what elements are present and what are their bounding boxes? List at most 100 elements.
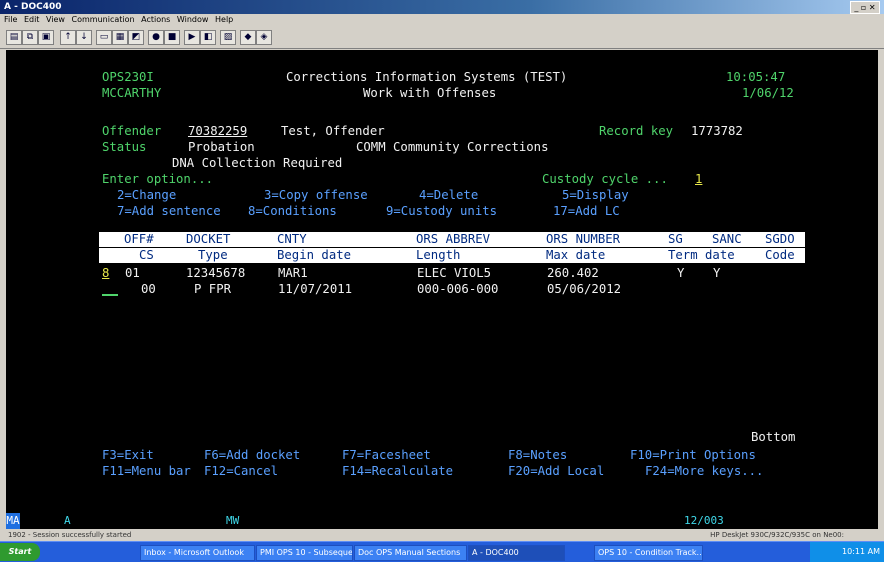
window-controls[interactable]: _ ▫ ✕ — [850, 1, 880, 14]
col-ors-abbrev: ORS ABBREV — [416, 232, 491, 246]
menu-actions[interactable]: Actions — [141, 15, 170, 24]
option-display: 5=Display — [562, 188, 629, 202]
macro-icon[interactable]: ◧ — [200, 30, 216, 45]
cell-ors-number: 260.402 — [547, 266, 599, 280]
cell-max-date: 05/06/2012 — [547, 282, 622, 296]
record-key-label: Record key — [599, 124, 674, 138]
fkey-f6-add-docket[interactable]: F6=Add docket — [204, 448, 300, 463]
cell-type: P FPR — [194, 282, 232, 296]
emulator-status-line: MA A MW 12/003 — [6, 513, 878, 529]
task-condition-track[interactable]: OPS 10 - Condition Track... — [594, 545, 703, 561]
option-copy-offense: 3=Copy offense — [264, 188, 368, 202]
play-icon[interactable]: ▶ — [184, 30, 200, 45]
fkey-f3-exit[interactable]: F3=Exit — [102, 448, 154, 463]
support-icon[interactable]: ◆ — [240, 30, 256, 45]
menu-view[interactable]: View — [46, 15, 65, 24]
column-header-row-2: CS Type Begin date Length Max date Term … — [99, 248, 805, 263]
record-key: 1773782 — [691, 124, 743, 138]
custody-cycle-label: Custody cycle ... — [542, 172, 668, 186]
message-waiting-indicator: MW — [226, 514, 240, 527]
message-bar: 1902 - Session successfully started HP D… — [0, 529, 884, 541]
print-icon[interactable]: ▤ — [6, 30, 22, 45]
fkey-f14-recalculate[interactable]: F14=Recalculate — [342, 464, 453, 479]
fkey-f12-cancel[interactable]: F12=Cancel — [204, 464, 278, 479]
fkey-f8-notes[interactable]: F8=Notes — [508, 448, 567, 463]
col-sg: SG — [668, 232, 683, 246]
clipboard-icon[interactable]: ▨ — [220, 30, 236, 45]
program-id: OPS230I — [102, 70, 154, 84]
col-max-date: Max date — [546, 248, 606, 262]
fkey-f10-print-options[interactable]: F10=Print Options — [630, 448, 756, 463]
cell-docket: 12345678 — [186, 266, 246, 280]
map-icon[interactable]: ◩ — [128, 30, 144, 45]
cursor-position: 12/003 — [684, 514, 724, 527]
col-docket: DOCKET — [186, 232, 231, 246]
col-length: Length — [416, 248, 461, 262]
menu-file[interactable]: File — [4, 15, 17, 24]
cell-cs: 00 — [141, 282, 156, 296]
terminal-screen[interactable]: OPS230I MCCARTHY Corrections Information… — [6, 50, 878, 513]
receive-icon[interactable]: ↓ — [76, 30, 92, 45]
task-outlook[interactable]: Inbox - Microsoft Outlook — [140, 545, 255, 561]
col-cs: CS — [139, 248, 154, 262]
screen-title: Work with Offenses — [363, 86, 497, 100]
toolbar: ▤ ⧉ ▣ ↑ ↓ ▭ ▦ ◩ ● ■ ▶ ◧ ▨ ◆ ◈ — [0, 26, 884, 49]
task-pmi-ops[interactable]: PMI OPS 10 - Subsequen... — [256, 545, 353, 561]
paste-icon[interactable]: ▣ — [38, 30, 54, 45]
col-ors-number: ORS NUMBER — [546, 232, 621, 246]
offender-label: Offender — [102, 124, 162, 138]
fkey-f11-menu-bar[interactable]: F11=Menu bar — [102, 464, 191, 479]
col-sgdo: SGDO — [765, 232, 795, 246]
fkey-f20-add-local[interactable]: F20=Add Local — [508, 464, 604, 479]
input-indicator: A — [64, 514, 71, 527]
cell-begin-date: 11/07/2011 — [278, 282, 353, 296]
printer-status: HP DeskJet 930C/932C/935C on Ne00: — [710, 531, 844, 539]
menu-window[interactable]: Window — [177, 15, 209, 24]
column-header-row-1: OFF# DOCKET CNTY ORS ABBREV ORS NUMBER S… — [99, 232, 805, 247]
fkey-f7-facesheet[interactable]: F7=Facesheet — [342, 448, 431, 463]
start-button[interactable]: Start — [0, 543, 40, 561]
status-label: Status — [102, 140, 147, 154]
task-doc400[interactable]: A - DOC400 — [468, 545, 565, 561]
cell-sg: Y — [677, 266, 685, 280]
option-add-lc: 17=Add LC — [553, 204, 620, 218]
copy-icon[interactable]: ⧉ — [22, 30, 38, 45]
col-begin-date: Begin date — [277, 248, 352, 262]
agency-value: COMM Community Corrections — [356, 140, 549, 154]
task-ops-manual[interactable]: Doc OPS Manual Sections — [354, 545, 467, 561]
option-custody-units: 9=Custody units — [386, 204, 498, 218]
option-delete: 4=Delete — [419, 188, 479, 202]
offender-name: Test, Offender — [281, 124, 385, 138]
col-cnty: CNTY — [277, 232, 307, 246]
send-icon[interactable]: ↑ — [60, 30, 76, 45]
windows-taskbar: Start Inbox - Microsoft Outlook PMI OPS … — [0, 541, 884, 562]
row2-option-input[interactable] — [102, 294, 118, 296]
color-icon[interactable]: ▦ — [112, 30, 128, 45]
option-add-sentence: 7=Add sentence — [117, 204, 221, 218]
offender-number: 70382259 — [188, 124, 248, 138]
status-value: Probation — [188, 140, 255, 154]
col-term-date: Term date — [668, 248, 735, 262]
col-sanc: SANC — [712, 232, 742, 246]
system-time: 10:05:47 — [726, 70, 786, 84]
color-palette-icon[interactable]: ◈ — [256, 30, 272, 45]
custody-cycle-input[interactable]: 1 — [695, 172, 702, 187]
user-id: MCCARTHY — [102, 86, 162, 100]
menu-communication[interactable]: Communication — [72, 15, 135, 24]
menu-edit[interactable]: Edit — [24, 15, 40, 24]
session-indicator: MA — [6, 513, 20, 529]
option-change: 2=Change — [117, 188, 177, 202]
row-option-input[interactable]: 8 — [102, 266, 109, 281]
record-icon[interactable]: ● — [148, 30, 164, 45]
col-code: Code — [765, 248, 795, 262]
col-type: Type — [198, 248, 228, 262]
cell-off: 01 — [125, 266, 140, 280]
fkey-f24-more-keys[interactable]: F24=More keys... — [645, 464, 763, 479]
stop-icon[interactable]: ■ — [164, 30, 180, 45]
list-bottom-indicator: Bottom — [751, 430, 796, 444]
system-date: 1/06/12 — [742, 86, 794, 100]
menu-help[interactable]: Help — [215, 15, 233, 24]
display-icon[interactable]: ▭ — [96, 30, 112, 45]
session-message: 1902 - Session successfully started — [8, 531, 132, 539]
cell-ors-abbrev: ELEC VIOL5 — [417, 266, 492, 280]
